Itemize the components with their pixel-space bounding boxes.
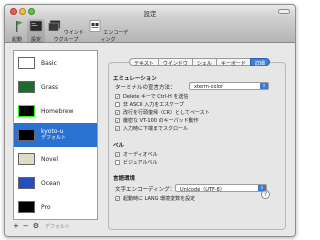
checkbox-label: 起動時に LANG 環境変数を設定 [123, 196, 196, 202]
checkbox-label: ビジュアルベル [123, 160, 158, 166]
emulation-heading: エミュレーション [113, 76, 157, 82]
profile-item-homebrew[interactable]: Homebrew [14, 99, 97, 123]
checkbox-paste-newlines-cr[interactable]: ✓ [115, 110, 120, 115]
preferences-window: 設定 起動 設定 ウインドウグループ エンコーディング Basic Grass … [4, 4, 296, 237]
toolbar-window-groups[interactable]: ウインドウグループ [46, 19, 86, 43]
profile-name: Novel [41, 155, 59, 163]
check-row-strict-vt100[interactable]: ✓ 厳密な VT-100 のキーパッド動作 [115, 117, 199, 124]
toolbar-encodings-label: エンコーディング [100, 30, 129, 43]
startup-icon [16, 21, 23, 32]
profile-item-novel[interactable]: Novel [14, 147, 97, 171]
checkbox-set-lang[interactable]: ✓ [115, 196, 120, 201]
checkbox-label: 改行を行頭復帰（CR）としてペースト [123, 110, 210, 116]
title-bar: 設定 [5, 5, 295, 18]
profile-thumbnail [18, 177, 35, 189]
profile-item-basic[interactable]: Basic [14, 51, 97, 75]
remove-profile-button[interactable]: − [23, 222, 29, 230]
profile-item-grass[interactable]: Grass [14, 75, 97, 99]
checkbox-delete-ctrl-h[interactable]: ✓ [115, 94, 120, 99]
profile-thumbnail [18, 153, 35, 165]
window-groups-icon [48, 20, 61, 32]
toolbar-startup[interactable]: 起動 [8, 19, 26, 43]
bell-heading: ベル [113, 143, 125, 149]
profile-name: Grass [41, 83, 59, 91]
encoding-value: Unicode（UTF-8） [180, 187, 225, 193]
gear-icon[interactable]: ⚙ [33, 222, 39, 230]
window-title: 設定 [143, 10, 157, 18]
checkbox-visual-bell[interactable] [115, 160, 120, 165]
profile-item-ocean[interactable]: Ocean [14, 171, 97, 195]
select-arrows-icon: ⇕ [260, 83, 268, 89]
check-row-escape-non-ascii[interactable]: 非 ASCII 入力をエスケープ [115, 101, 184, 108]
check-row-paste-newlines-cr[interactable]: ✓ 改行を行頭復帰（CR）としてペースト [115, 109, 210, 116]
tab-window[interactable]: ウインドウ [157, 58, 192, 67]
help-button[interactable]: ? [261, 190, 270, 199]
check-row-delete-ctrl-h[interactable]: ✓ Delete キーで Ctrl-H を送信 [115, 93, 188, 100]
checkbox-label: 入力時に下端までスクロール [123, 126, 189, 132]
profile-default-badge: デフォルト [41, 135, 67, 141]
profile-thumbnail [18, 57, 35, 69]
checkbox-label: 非 ASCII 入力をエスケープ [123, 102, 184, 108]
check-row-audio-bell[interactable]: ✓ オーディオベル [115, 151, 158, 158]
encoding-select[interactable]: Unicode（UTF-8） ⇕ [175, 184, 267, 193]
check-row-set-lang[interactable]: ✓ 起動時に LANG 環境変数を設定 [115, 195, 195, 202]
toolbar-startup-label: 起動 [11, 37, 22, 43]
checkbox-label: Delete キーで Ctrl-H を送信 [123, 94, 189, 100]
add-profile-button[interactable]: + [13, 222, 19, 230]
toolbar: 起動 設定 ウインドウグループ エンコーディング [5, 18, 295, 43]
checkbox-label: 厳密な VT-100 のキーパッド動作 [123, 118, 199, 124]
tab-text[interactable]: テキスト [129, 58, 158, 67]
checkbox-audio-bell[interactable]: ✓ [115, 152, 120, 157]
settings-tabs: テキスト ウインドウ シェル キーボード 詳細 [129, 58, 270, 67]
profile-thumbnail [18, 129, 35, 141]
check-row-scroll-on-input[interactable]: ✓ 入力時に下端までスクロール [115, 125, 188, 132]
tab-shell[interactable]: シェル [191, 58, 216, 67]
profile-name: Homebrew [41, 107, 74, 115]
profile-thumbnail [18, 81, 35, 93]
terminal-declaration-label: ターミナルの宣言方法： [115, 85, 176, 91]
checkbox-label: オーディオベル [123, 152, 158, 158]
profile-name: Pro [41, 203, 51, 211]
profile-item-kyoto-u[interactable]: kyoto-u デフォルト [14, 123, 97, 147]
toolbar-settings[interactable]: 設定 [27, 19, 45, 43]
profile-name: kyoto-u [41, 128, 64, 135]
terminal-type-value: xterm-color [194, 84, 223, 90]
profile-text: kyoto-u デフォルト [41, 128, 66, 142]
content-area: Basic Grass Homebrew kyoto-u デフォルト Novel [5, 44, 295, 236]
encodings-icon [89, 20, 100, 32]
profile-thumbnail [18, 201, 35, 213]
settings-icon [29, 20, 43, 32]
profile-name: Ocean [41, 179, 61, 187]
toolbar-toggle-button[interactable] [278, 9, 290, 14]
profile-name: Basic [41, 59, 57, 67]
tab-advanced[interactable]: 詳細 [249, 58, 270, 67]
profile-list[interactable]: Basic Grass Homebrew kyoto-u デフォルト Novel [13, 50, 98, 220]
checkbox-strict-vt100[interactable]: ✓ [115, 118, 120, 123]
set-default-button[interactable]: デフォルト [45, 223, 70, 230]
checkbox-scroll-on-input[interactable]: ✓ [115, 126, 120, 131]
toolbar-settings-label: 設定 [30, 37, 41, 43]
terminal-type-select[interactable]: xterm-color ⇕ [189, 82, 269, 90]
profile-thumbnail [18, 105, 35, 117]
tab-keyboard[interactable]: キーボード [215, 58, 250, 67]
check-row-visual-bell[interactable]: ビジュアルベル [115, 159, 158, 166]
checkbox-escape-non-ascii[interactable] [115, 102, 120, 107]
toolbar-encodings[interactable]: エンコーディング [87, 19, 129, 43]
profile-list-controls: + − ⚙ デフォルト [13, 222, 70, 230]
profile-item-pro[interactable]: Pro [14, 195, 97, 219]
encoding-label: 文字エンコーディング： [115, 187, 176, 193]
international-heading: 言語環境 [113, 176, 136, 182]
